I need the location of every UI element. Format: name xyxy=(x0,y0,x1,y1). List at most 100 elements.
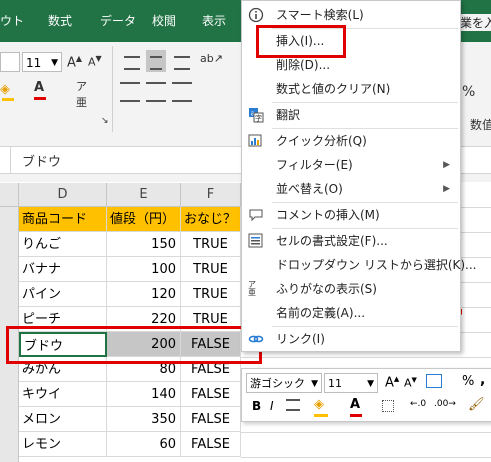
fill-color-swatch xyxy=(2,98,14,101)
fill-color-icon[interactable]: ◈ xyxy=(314,397,324,412)
table-cell[interactable]: バナナ xyxy=(19,257,107,282)
formula-bar-value: ブドウ xyxy=(22,155,62,170)
fill-color-icon[interactable]: ◈ xyxy=(0,82,10,97)
table-cell[interactable]: レモン xyxy=(19,432,107,457)
font-color-swatch xyxy=(350,414,362,417)
table-cell[interactable]: 350 xyxy=(107,407,181,432)
number-group-label: 数值 xyxy=(470,118,491,132)
decrease-decimal-icon[interactable]: .00→ xyxy=(434,399,456,409)
chevron-right-icon: ▶ xyxy=(443,184,450,194)
grow-font-icon[interactable]: A▲ xyxy=(67,54,82,70)
borders-icon[interactable] xyxy=(382,400,394,412)
comment-icon xyxy=(248,207,264,223)
menu-item-label: 翻訳 xyxy=(276,108,301,122)
table-cell[interactable]: TRUE xyxy=(181,257,241,282)
table-cell[interactable]: FALSE xyxy=(181,382,241,407)
align-middle-icon[interactable] xyxy=(146,50,166,72)
font-size-box[interactable]: 11 ▼ xyxy=(22,52,62,72)
menu-item-insert-comment[interactable]: コメントの挿入(M) xyxy=(242,203,460,227)
mini-font-name[interactable]: 游ゴシック ▼ xyxy=(246,373,322,393)
bold-button[interactable]: B xyxy=(252,399,261,413)
orientation-icon[interactable]: ab↗ xyxy=(200,52,223,65)
table-cell[interactable]: パイン xyxy=(19,282,107,307)
tab-data[interactable]: データ xyxy=(100,12,136,29)
number-format-icon[interactable] xyxy=(426,374,442,388)
table-cell[interactable]: FALSE xyxy=(181,407,241,432)
menu-item-format-cells[interactable]: セルの書式設定(F)... xyxy=(242,229,460,253)
shrink-font-icon[interactable]: A▼ xyxy=(88,54,102,69)
column-header-e[interactable]: E xyxy=(107,183,181,207)
mini-toolbar: 游ゴシック ▼ 11 ▼ A▲ A▼ % , B I ◈ A ←.0 .00→ 🖌 xyxy=(241,368,491,422)
phonetic-icon[interactable]: ア亜 xyxy=(76,78,87,110)
mini-font-size-value: 11 xyxy=(328,377,342,390)
align-top-icon[interactable] xyxy=(120,50,144,72)
row-header-corner[interactable] xyxy=(0,183,19,207)
table-cell[interactable]: 60 xyxy=(107,432,181,457)
tell-me-box[interactable]: 業を入 xyxy=(458,14,491,31)
align-bottom-icon[interactable] xyxy=(170,50,194,72)
font-color-icon[interactable]: A xyxy=(350,397,360,412)
menu-item-translate[interactable]: a字 翻訳 xyxy=(242,103,460,127)
align-center-icon[interactable] xyxy=(286,399,300,411)
table-cell[interactable]: メロン xyxy=(19,407,107,432)
menu-item-show-phonetic[interactable]: ア亜 ふりがなの表示(S) xyxy=(242,277,460,301)
font-size-value: 11 xyxy=(26,56,42,70)
table-cell[interactable]: キウイ xyxy=(19,382,107,407)
menu-item-label: ドロップダウン リストから選択(K)... xyxy=(276,258,477,272)
menu-item-label: クイック分析(Q) xyxy=(276,134,367,148)
tab-review[interactable]: 校閲 xyxy=(152,12,176,29)
align-center-icon[interactable] xyxy=(146,82,166,102)
ribbon-separator xyxy=(112,46,113,132)
menu-item-label: 名前の定義(A)... xyxy=(276,306,366,320)
menu-item-pick-from-list[interactable]: ドロップダウン リストから選択(K)... xyxy=(242,253,477,277)
table-cell[interactable]: TRUE xyxy=(181,232,241,257)
font-color-swatch xyxy=(34,97,46,100)
table-cell[interactable]: TRUE xyxy=(181,282,241,307)
tab-view[interactable]: 表示 xyxy=(202,12,226,29)
formula-bar-divider xyxy=(10,147,11,173)
row-highlight-box xyxy=(6,326,262,364)
header-cell-same[interactable]: おなじ？ xyxy=(181,207,241,232)
format-painter-icon[interactable]: 🖌 xyxy=(468,397,485,412)
header-cell-price[interactable]: 値段（円） xyxy=(107,207,181,232)
comma-style-icon[interactable]: , xyxy=(480,372,485,388)
table-cell[interactable]: 100 xyxy=(107,257,181,282)
table-cell[interactable]: 150 xyxy=(107,232,181,257)
menu-item-smart-lookup[interactable]: スマート検索(L) xyxy=(242,3,460,27)
menu-item-label: スマート検索(L) xyxy=(276,8,364,22)
percent-style-icon[interactable]: % xyxy=(462,374,474,389)
mini-font-size[interactable]: 11 ▼ xyxy=(324,373,378,393)
table-cell[interactable]: 120 xyxy=(107,282,181,307)
font-name-box[interactable] xyxy=(0,52,20,72)
quick-analysis-icon xyxy=(248,133,264,149)
column-header-f[interactable]: F xyxy=(181,183,241,207)
percent-style-icon[interactable]: % xyxy=(462,84,475,100)
menu-item-link[interactable]: リンク(I) xyxy=(242,327,460,351)
table-cell[interactable]: 140 xyxy=(107,382,181,407)
align-left-icon[interactable] xyxy=(120,82,140,102)
table-cell[interactable]: りんご xyxy=(19,232,107,257)
increase-decimal-icon[interactable]: ←.0 xyxy=(410,399,426,409)
svg-text:字: 字 xyxy=(255,114,262,123)
insert-highlight-box xyxy=(256,25,346,58)
chevron-down-icon: ▼ xyxy=(311,379,318,389)
font-color-icon[interactable]: A xyxy=(34,80,44,95)
menu-item-label: 並べ替え(O) xyxy=(276,182,343,196)
shrink-font-icon[interactable]: A▼ xyxy=(404,376,417,390)
menu-item-clear-contents[interactable]: 数式と値のクリア(N) xyxy=(242,77,460,101)
header-cell-code[interactable]: 商品コード xyxy=(19,207,107,232)
tab-formulas[interactable]: 数式 xyxy=(48,12,72,29)
font-dialog-launcher-icon[interactable]: ↘ xyxy=(101,116,109,126)
menu-item-quick-analysis[interactable]: クイック分析(Q) xyxy=(242,129,460,153)
menu-item-define-name[interactable]: 名前の定義(A)... xyxy=(242,301,460,325)
align-right-icon[interactable] xyxy=(172,82,192,102)
menu-item-sort[interactable]: 並べ替え(O) ▶ xyxy=(242,177,460,201)
table-cell[interactable]: FALSE xyxy=(181,432,241,457)
italic-button[interactable]: I xyxy=(270,399,274,413)
tab-page-layout[interactable]: ウト xyxy=(0,12,24,29)
furigana-icon: ア亜 xyxy=(248,280,256,297)
translate-icon: a字 xyxy=(248,107,264,123)
menu-item-filter[interactable]: フィルター(E) ▶ xyxy=(242,153,460,177)
grow-font-icon[interactable]: A▲ xyxy=(385,375,399,390)
column-header-d[interactable]: D xyxy=(19,183,107,207)
